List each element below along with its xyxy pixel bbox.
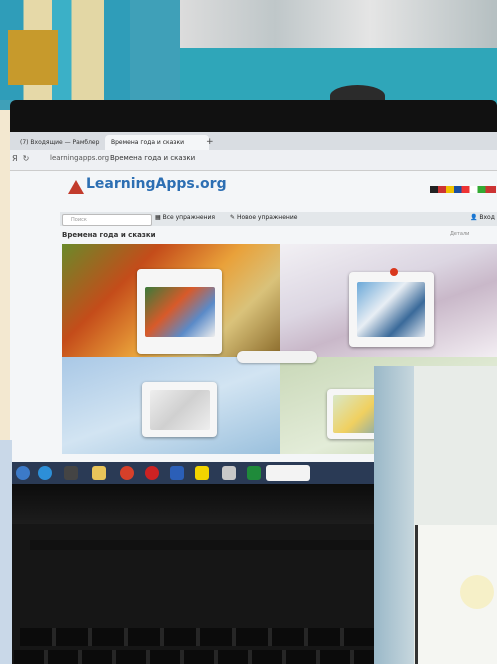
windows-start-icon[interactable] bbox=[16, 466, 30, 480]
yandex-icon[interactable] bbox=[195, 466, 209, 480]
foreground-pillar bbox=[374, 366, 414, 664]
check-button[interactable] bbox=[237, 351, 317, 363]
tab-seasons[interactable]: Времена года и сказки bbox=[105, 135, 209, 150]
opera-icon[interactable] bbox=[145, 466, 159, 480]
new-tab-button[interactable]: + bbox=[200, 135, 220, 150]
url-text[interactable]: learningapps.org bbox=[50, 154, 109, 162]
menu-all-exercises[interactable]: ▦ Все упражнения bbox=[155, 214, 215, 221]
language-flags[interactable] bbox=[430, 186, 496, 193]
app-icon[interactable] bbox=[222, 466, 236, 480]
keyboard-row bbox=[20, 628, 420, 646]
whiteboard-spot bbox=[460, 575, 494, 609]
chrome-icon[interactable] bbox=[120, 466, 134, 480]
wall-decoration bbox=[8, 30, 58, 85]
keyboard-row bbox=[14, 650, 424, 664]
login-label: Вход bbox=[479, 214, 495, 221]
ie-icon[interactable] bbox=[38, 466, 52, 480]
draggable-card[interactable] bbox=[349, 272, 434, 347]
browser-tabbar: (7) Входящие — Рамблер Времена года и ск… bbox=[10, 132, 497, 150]
menu-all-label: Все упражнения bbox=[162, 214, 216, 221]
menu-new-exercise[interactable]: ✎ Новое упражнение bbox=[230, 214, 297, 221]
login-link[interactable]: 👤 Вход bbox=[470, 214, 495, 221]
media-player-icon[interactable] bbox=[64, 466, 78, 480]
app-title: Времена года и сказки bbox=[62, 231, 156, 239]
draggable-card[interactable] bbox=[137, 269, 222, 354]
pin-icon bbox=[390, 268, 398, 276]
card-thumbnail bbox=[145, 287, 215, 337]
draggable-card[interactable] bbox=[142, 382, 217, 437]
search-input[interactable]: Поиск bbox=[62, 214, 152, 226]
menu-new-label: Новое упражнение bbox=[236, 214, 298, 221]
site-menubar: Поиск ▦ Все упражнения ✎ Новое упражнени… bbox=[60, 212, 497, 226]
address-title: Времена года и сказки bbox=[110, 154, 196, 162]
active-window-button[interactable] bbox=[266, 465, 310, 481]
details-link[interactable]: Детали bbox=[450, 231, 469, 237]
wall-posters bbox=[180, 0, 497, 48]
card-thumbnail bbox=[150, 390, 210, 430]
foreground-edge bbox=[0, 440, 12, 664]
logo-icon bbox=[68, 180, 84, 194]
card-thumbnail bbox=[357, 282, 425, 337]
logo-text: LearningApps.org bbox=[86, 176, 227, 192]
tab-inbox[interactable]: (7) Входящие — Рамблер bbox=[14, 135, 114, 150]
address-bar[interactable]: Я ↻ learningapps.org Времена года и сказ… bbox=[10, 150, 497, 171]
excel-icon[interactable] bbox=[247, 466, 261, 480]
folder-icon[interactable] bbox=[92, 466, 106, 480]
reload-icon[interactable]: Я ↻ bbox=[12, 154, 29, 163]
word-icon[interactable] bbox=[170, 466, 184, 480]
speaker-grille bbox=[30, 540, 380, 550]
